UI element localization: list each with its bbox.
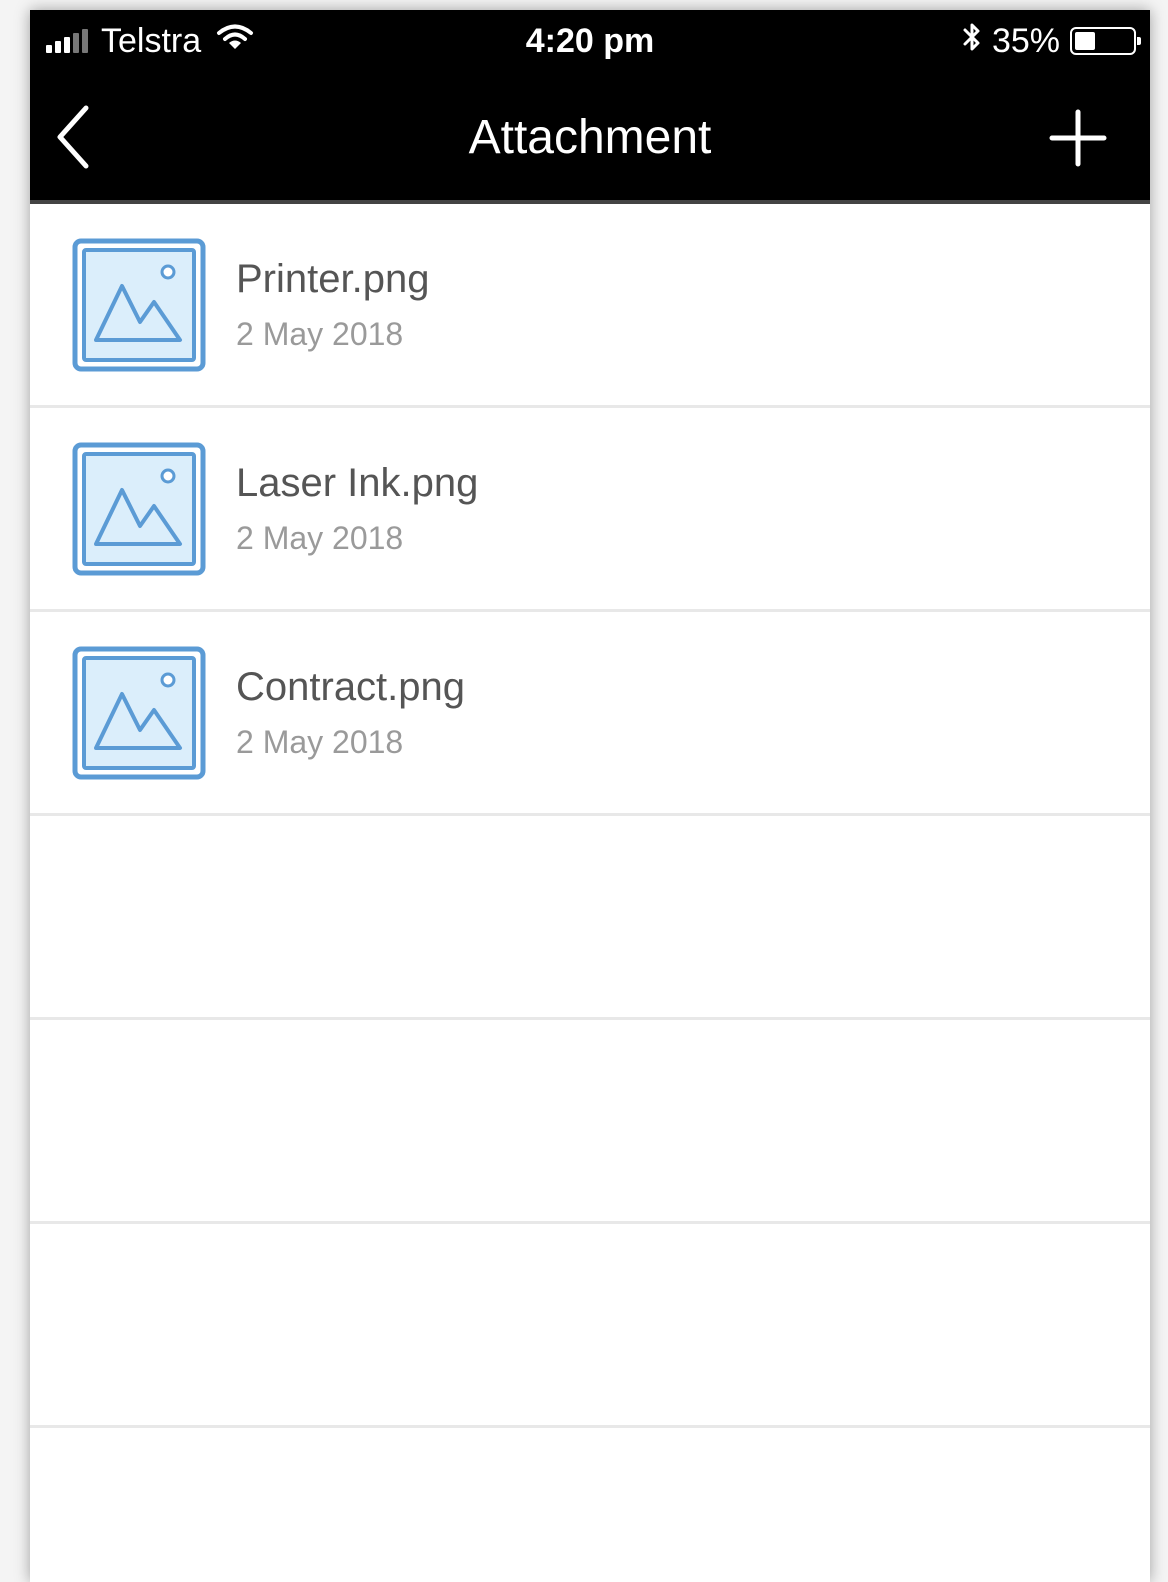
add-attachment-button[interactable] (1046, 106, 1110, 170)
battery-tip (1137, 37, 1141, 45)
battery-percent: 35% (991, 21, 1060, 60)
empty-row (30, 1428, 1150, 1582)
file-name: Laser Ink.png (236, 461, 479, 505)
image-file-icon (72, 442, 206, 576)
chevron-left-icon (57, 105, 89, 169)
page-title: Attachment (468, 111, 712, 164)
file-name: Contract.png (236, 665, 466, 709)
image-file-icon (72, 646, 206, 780)
attachment-row[interactable]: Printer.png 2 May 2018 (30, 204, 1150, 408)
attachment-row[interactable]: Contract.png 2 May 2018 (30, 612, 1150, 816)
bluetooth-icon (962, 21, 982, 62)
phone-screen: Telstra 4:20 pm 35% Attachment Printer.p… (30, 10, 1150, 1582)
file-name: Printer.png (236, 257, 430, 301)
navigation-bar: Attachment (30, 72, 1150, 204)
status-bar: Telstra 4:20 pm 35% (30, 10, 1150, 72)
plus-icon (1049, 109, 1107, 167)
file-date: 2 May 2018 (236, 724, 404, 760)
empty-row (30, 1020, 1150, 1224)
attachment-row[interactable]: Laser Ink.png 2 May 2018 (30, 408, 1150, 612)
back-button[interactable] (50, 102, 110, 172)
status-right: 35% (962, 20, 1141, 62)
attachment-list: Printer.png 2 May 2018 Laser Ink.png 2 May … (30, 204, 1150, 1582)
empty-row (30, 1224, 1150, 1428)
file-date: 2 May 2018 (236, 520, 404, 556)
battery-level-fill (1075, 32, 1095, 50)
image-file-icon (72, 238, 206, 372)
empty-row (30, 816, 1150, 1020)
file-date: 2 May 2018 (236, 316, 404, 352)
battery-icon (1070, 27, 1141, 55)
